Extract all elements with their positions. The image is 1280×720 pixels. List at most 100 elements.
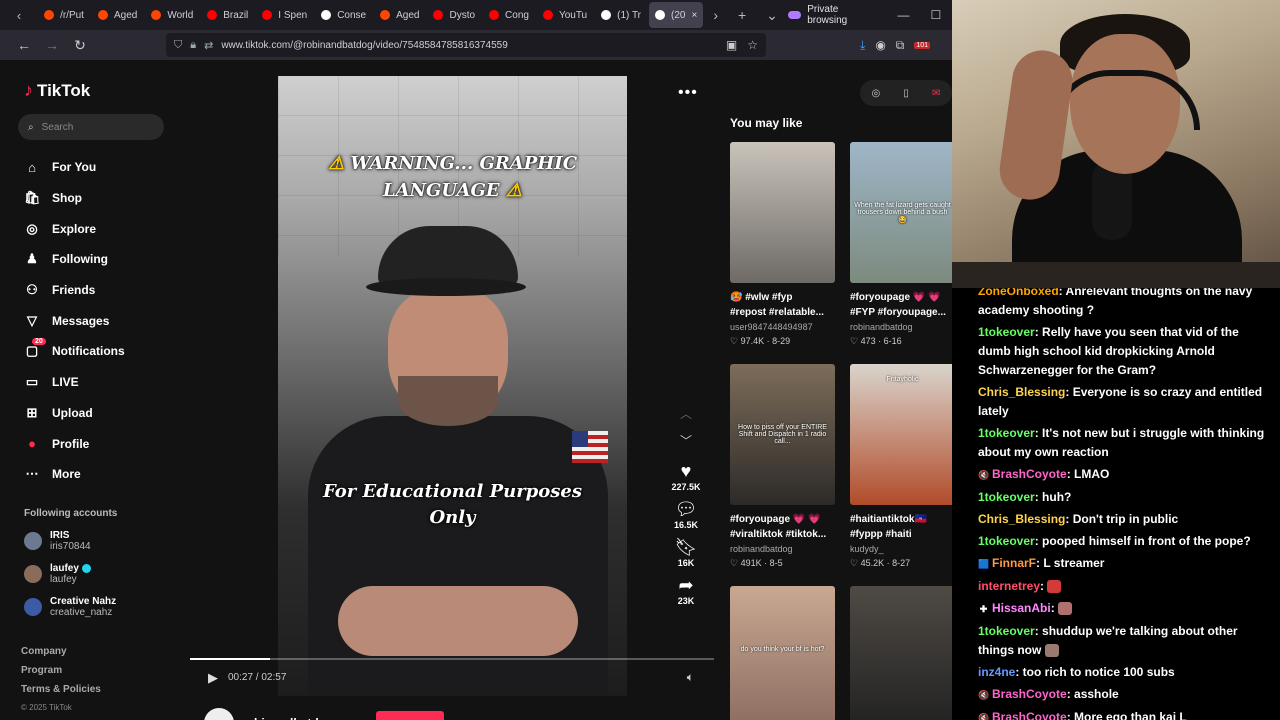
new-tab-button[interactable]: + — [728, 7, 756, 23]
recommendation-author[interactable]: robinandbatdog — [730, 542, 835, 556]
more-options-icon[interactable]: ••• — [678, 84, 698, 102]
sidebar-item-explore[interactable]: ◎ Explore — [24, 213, 125, 244]
browser-tab[interactable]: YouTu — [537, 2, 593, 28]
sidebar-item-upload[interactable]: ⊞ Upload — [24, 398, 125, 429]
creator-name[interactable]: robinandbatdog — [242, 716, 333, 720]
minimize-button[interactable]: — — [887, 8, 919, 22]
share-icon[interactable]: ➦ — [664, 574, 708, 596]
chat-username[interactable]: 1tokeover — [978, 426, 1035, 440]
comment-action[interactable]: 💬︎ 16.5K — [664, 498, 708, 530]
inbox-icon[interactable]: ✉ — [932, 88, 940, 99]
recommendation-thumbnail[interactable]: When the fat lizard gets caught trousers… — [850, 142, 952, 283]
recommendation-thumbnail[interactable]: Fritayholic — [850, 364, 952, 505]
following-account[interactable]: laufey laufey — [24, 563, 91, 585]
recommendation-card[interactable] — [850, 586, 952, 720]
reload-button[interactable]: ↻ — [68, 37, 92, 54]
avatar[interactable] — [24, 565, 42, 583]
recommendation-author[interactable]: robinandbatdog — [850, 320, 952, 334]
address-bar[interactable]: ⛉ 🔒︎ ⇄ www.tiktok.com/@robinandbatdog/vi… — [166, 33, 766, 57]
browser-tab[interactable]: Cong — [483, 2, 535, 28]
recommendation-author[interactable]: user9847448494987 — [730, 320, 835, 334]
reader-view-icon[interactable]: ▣ — [726, 38, 737, 52]
recommendation-card[interactable]: do you think your bf is hot? — [730, 586, 835, 720]
recommendation-author[interactable]: kudydy_ — [850, 542, 952, 556]
recommendation-thumbnail[interactable]: How to piss off your ENTIRE Shift and Di… — [730, 364, 835, 505]
chat-username[interactable]: Chris_Blessing — [978, 385, 1065, 399]
following-account[interactable]: IRIS iris70844 — [24, 530, 91, 552]
browser-tab[interactable]: (20 × — [649, 2, 704, 28]
comment-icon[interactable]: 💬︎ — [664, 498, 708, 520]
back-button[interactable]: ← — [12, 37, 36, 53]
bookmark-action[interactable]: 🔖︎ 16K — [664, 536, 708, 568]
account-icon[interactable]: ◉ — [875, 38, 885, 52]
recommendation-title[interactable]: #haitiantiktok🇭🇹 — [850, 512, 952, 527]
lock-icon[interactable]: 🔒︎ — [190, 39, 196, 52]
creator-avatar[interactable] — [204, 708, 234, 720]
recommendation-card[interactable]: When the fat lizard gets caught trousers… — [850, 142, 952, 348]
extension-badge[interactable]: 101 — [914, 41, 931, 49]
chat-username[interactable]: BrashCoyote — [992, 710, 1067, 720]
browser-tab[interactable]: (1) Tr — [595, 2, 647, 28]
extensions-icon[interactable]: ⧉ — [896, 38, 905, 53]
avatar[interactable] — [24, 532, 42, 550]
sidebar-item-following[interactable]: ♟ Following — [24, 244, 125, 275]
coin-icon[interactable]: ◎ — [872, 88, 881, 99]
footer-link[interactable]: Company — [21, 646, 101, 665]
video-progress-bar[interactable] — [190, 658, 714, 660]
chat-username[interactable]: 1tokeover — [978, 534, 1035, 548]
forward-button[interactable]: → — [40, 37, 64, 53]
chat-username[interactable]: 1tokeover — [978, 624, 1035, 638]
heart-icon[interactable]: ♥ — [664, 460, 708, 482]
recommendation-card[interactable]: 🥵 #wlw #fyp #repost #relatable... user9847… — [730, 142, 835, 348]
recommendation-thumbnail[interactable] — [850, 586, 952, 720]
recommendation-card[interactable]: How to piss off your ENTIRE Shift and Di… — [730, 364, 835, 570]
chat-username[interactable]: 1tokeover — [978, 325, 1035, 339]
browser-tab[interactable]: Conse — [315, 2, 372, 28]
bookmark-icon[interactable]: 🔖︎ — [664, 536, 708, 558]
recommendation-thumbnail[interactable] — [730, 142, 835, 283]
chat-username[interactable]: HissanAbi — [992, 601, 1051, 615]
tiktok-logo[interactable]: ♪ TikTok — [24, 80, 90, 101]
browser-tab[interactable]: Aged — [374, 2, 425, 28]
sidebar-item-shop[interactable]: 🛍︎ Shop — [24, 183, 125, 214]
sidebar-item-friends[interactable]: ⚇ Friends — [24, 275, 125, 306]
following-account[interactable]: Creative Nahz creative_nahz — [24, 596, 116, 618]
chat-username[interactable]: 1tokeover — [978, 490, 1035, 504]
bookmark-star-icon[interactable]: ☆ — [747, 38, 758, 52]
close-tab-icon[interactable]: × — [691, 10, 697, 21]
next-video-chevron-icon[interactable]: ﹀ — [680, 432, 692, 449]
chat-username[interactable]: BrashCoyote — [992, 687, 1067, 701]
heart-action[interactable]: ♥ 227.5K — [664, 460, 708, 492]
search-input[interactable]: ⌕ Search — [18, 114, 164, 140]
chat-username[interactable]: BrashCoyote — [992, 467, 1067, 481]
previous-video-chevron-icon[interactable]: ︿ — [680, 405, 692, 422]
permissions-icon[interactable]: ⇄ — [204, 39, 213, 52]
recommendation-title-2[interactable]: #fyppp #haiti — [850, 527, 952, 542]
sidebar-item-more[interactable]: ⋯ More — [24, 459, 125, 490]
recommendation-title-2[interactable]: #viraltiktok #tiktok... — [730, 527, 835, 542]
chat-username[interactable]: FinnarF — [992, 556, 1036, 570]
chat-username[interactable]: internetrey — [978, 579, 1040, 593]
browser-tab[interactable]: /r/Put — [38, 2, 90, 28]
chat-username[interactable]: inz4ne — [978, 665, 1015, 679]
recommendation-thumbnail[interactable]: do you think your bf is hot? — [730, 586, 835, 720]
browser-tab[interactable]: Aged — [92, 2, 143, 28]
recommendation-title[interactable]: 🥵 #wlw #fyp — [730, 290, 835, 305]
browser-tab[interactable]: Brazil — [201, 2, 254, 28]
recommendation-title-2[interactable]: #repost #relatable... — [730, 305, 835, 320]
maximize-button[interactable]: ☐ — [920, 8, 952, 22]
share-action[interactable]: ➦ 23K — [664, 574, 708, 606]
follow-button[interactable] — [376, 711, 444, 720]
sidebar-item-messages[interactable]: ▽ Messages — [24, 305, 125, 336]
chat-username[interactable]: Chris_Blessing — [978, 512, 1065, 526]
play-icon[interactable]: ▶ — [208, 670, 218, 686]
device-icon[interactable]: ▯ — [903, 88, 909, 99]
download-icon[interactable]: ⤓ — [860, 38, 865, 53]
shield-icon[interactable]: ⛉ — [174, 39, 182, 52]
recommendation-title-2[interactable]: #FYP #foryoupage... — [850, 305, 952, 320]
recommendation-title[interactable]: #foryoupage 💗 💗 — [730, 512, 835, 527]
tab-scroll-right-icon[interactable]: › — [703, 7, 728, 23]
footer-link[interactable]: Terms & Policies — [21, 684, 101, 703]
browser-tab[interactable]: Dysto — [427, 2, 481, 28]
video-player[interactable]: ⚠ WARNING... GRAPHIC LANGUAGE ⚠ For Educ… — [278, 76, 627, 696]
